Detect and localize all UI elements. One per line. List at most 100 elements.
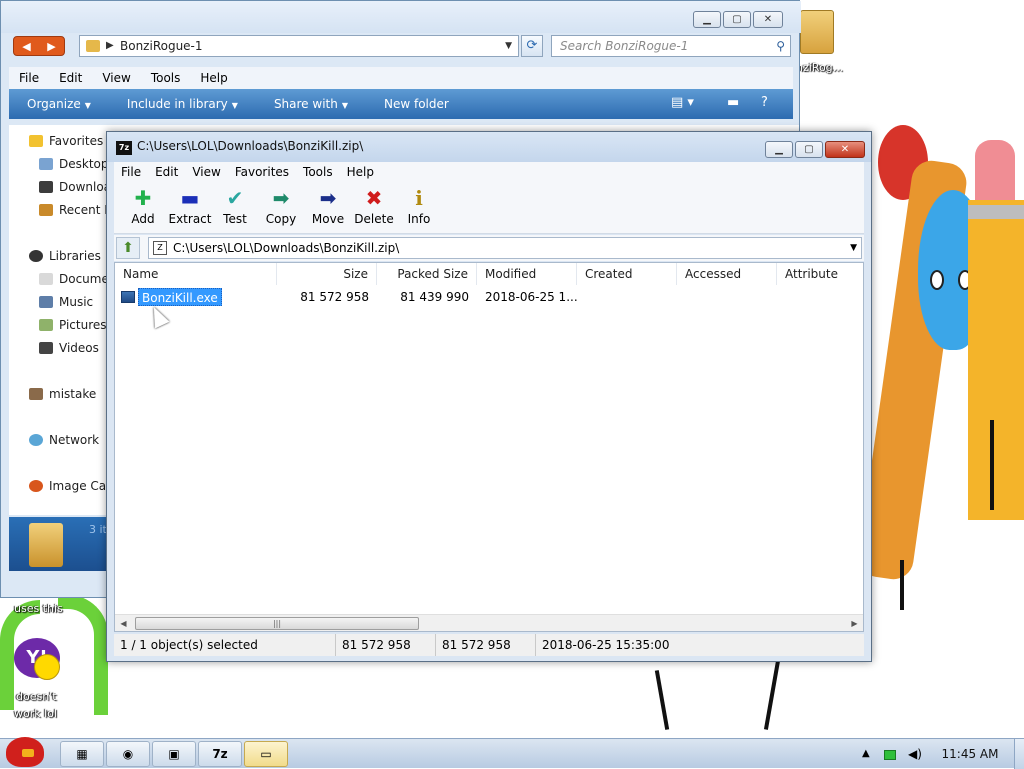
column-accessed[interactable]: Accessed (677, 263, 777, 285)
chevron-down-icon[interactable]: ▼ (505, 36, 512, 56)
character-leg (900, 560, 904, 610)
nav-music[interactable]: Music (39, 292, 93, 312)
taskbar-explorer-button[interactable]: ▦ (60, 741, 104, 767)
desktop-icon-label[interactable]: doesn't (16, 689, 57, 704)
desktop-icon-label[interactable]: uses this (14, 601, 63, 616)
view-options-icon[interactable]: ▤ ▾ (671, 95, 694, 110)
desktop-folder-icon[interactable] (800, 10, 834, 54)
back-forward-buttons[interactable]: ◀ ▶ (13, 36, 65, 56)
extract-button[interactable]: ▬ Extract (166, 186, 214, 226)
nav-downloads[interactable]: Downloa (39, 177, 109, 197)
test-label: Test (223, 212, 247, 226)
chevron-down-icon: ▼ (231, 101, 238, 110)
include-in-library-button[interactable]: Include in library ▼ (109, 97, 256, 111)
battery-icon[interactable] (884, 739, 896, 769)
folder-icon (86, 40, 100, 52)
sevenzip-titlebar[interactable]: 7z C:\Users\LOL\Downloads\BonziKill.zip\… (107, 132, 871, 162)
maximize-button[interactable]: ▢ (723, 11, 751, 28)
explorer-address-bar[interactable]: ▶ BonziRogue-1 ▼ (79, 35, 519, 57)
chevron-down-icon[interactable]: ▼ (850, 238, 857, 258)
delete-button[interactable]: ✖ Delete (350, 186, 398, 226)
menu-view[interactable]: View (185, 165, 227, 179)
nav-mistake[interactable]: mistake (29, 384, 96, 404)
new-folder-button[interactable]: New folder (366, 97, 467, 111)
nav-recent-places[interactable]: Recent P (39, 200, 109, 220)
menu-tools[interactable]: Tools (296, 165, 340, 179)
column-attributes[interactable]: Attribute (777, 263, 863, 285)
help-icon[interactable]: ? (761, 95, 768, 110)
nav-network[interactable]: Network (29, 430, 99, 450)
search-icon[interactable]: ⚲ (776, 36, 785, 56)
menu-edit[interactable]: Edit (148, 165, 185, 179)
scrollbar-thumb[interactable]: ||| (135, 617, 419, 630)
nav-favorites[interactable]: Favorites (29, 131, 103, 151)
desktop-icon-label[interactable]: work lol (14, 706, 57, 721)
info-label: Info (407, 212, 431, 226)
scroll-right-icon[interactable]: ▶ (846, 615, 863, 631)
taskbar-folder-button[interactable]: ▭ (244, 741, 288, 767)
include-in-library-label: Include in library (126, 97, 228, 111)
info-button[interactable]: i Info (395, 186, 443, 226)
menu-help[interactable]: Help (340, 165, 381, 179)
add-label: Add (131, 212, 155, 226)
libraries-icon (29, 250, 43, 262)
documents-icon (39, 273, 53, 285)
file-name-cell[interactable]: BonziKill.exe (138, 288, 222, 306)
explorer-titlebar[interactable]: ▁ ▢ ✕ (1, 1, 801, 33)
preview-pane-icon[interactable]: ▬ (727, 95, 739, 110)
show-hidden-icons-icon[interactable]: ▲ (862, 739, 870, 769)
sevenzip-address-bar[interactable]: Z C:\Users\LOL\Downloads\BonziKill.zip\ … (148, 237, 862, 259)
close-button[interactable]: ✕ (753, 11, 783, 28)
organize-button[interactable]: Organize ▼ (9, 97, 109, 111)
menu-file[interactable]: File (9, 71, 49, 85)
menu-help[interactable]: Help (190, 71, 237, 85)
show-desktop-button[interactable] (1014, 739, 1024, 769)
back-arrow-icon[interactable]: ◀ (22, 40, 30, 53)
test-button[interactable]: ✔ Test (211, 186, 259, 226)
nav-desktop[interactable]: Desktop (39, 154, 109, 174)
nav-image-cat[interactable]: Image Cat (29, 476, 109, 496)
nav-pictures[interactable]: Pictures (39, 315, 107, 335)
minimize-button[interactable]: ▁ (765, 141, 793, 158)
start-button[interactable] (2, 731, 50, 769)
extract-label: Extract (168, 212, 212, 226)
add-button[interactable]: ✚ Add (119, 186, 167, 226)
sevenzip-window[interactable]: 7z C:\Users\LOL\Downloads\BonziKill.zip\… (106, 131, 872, 662)
horizontal-scrollbar[interactable]: ◀ ||| ▶ (115, 614, 863, 631)
table-row[interactable]: BonziKill.exe 81 572 958 81 439 990 2018… (115, 287, 863, 307)
menu-tools[interactable]: Tools (141, 71, 191, 85)
menu-edit[interactable]: Edit (49, 71, 92, 85)
move-button[interactable]: ➡ Move (304, 186, 352, 226)
close-button[interactable]: ✕ (825, 141, 865, 158)
info-icon: i (415, 186, 423, 210)
sevenzip-file-list[interactable]: Name Size Packed Size Modified Created A… (114, 262, 864, 632)
column-packed-size[interactable]: Packed Size (377, 263, 477, 285)
maximize-button[interactable]: ▢ (795, 141, 823, 158)
taskbar-clock[interactable]: 11:45 AM (930, 739, 1010, 769)
column-name[interactable]: Name (115, 263, 277, 285)
nav-videos[interactable]: Videos (39, 338, 99, 358)
copy-button[interactable]: ➡ Copy (257, 186, 305, 226)
explorer-search-input[interactable]: Search BonziRogue-1 ⚲ (551, 35, 791, 57)
scroll-left-icon[interactable]: ◀ (115, 615, 132, 631)
minimize-button[interactable]: ▁ (693, 11, 721, 28)
share-with-button[interactable]: Share with ▼ (256, 97, 366, 111)
taskbar-chrome-button[interactable]: ◉ (106, 741, 150, 767)
nav-libraries[interactable]: Libraries (29, 246, 101, 266)
menu-file[interactable]: File (114, 165, 148, 179)
column-size[interactable]: Size (277, 263, 377, 285)
forward-arrow-icon[interactable]: ▶ (47, 40, 55, 53)
menu-favorites[interactable]: Favorites (228, 165, 296, 179)
explorer-navigation-pane: Favorites Desktop Downloa Recent P Libra… (9, 125, 109, 515)
column-modified[interactable]: Modified (477, 263, 577, 285)
menu-view[interactable]: View (92, 71, 140, 85)
nav-documents[interactable]: Docume (39, 269, 109, 289)
taskbar-app-button[interactable]: ▣ (152, 741, 196, 767)
desktop-icon-label[interactable]: nziRog... (796, 60, 843, 75)
speaker-icon[interactable]: ◀) (908, 739, 922, 769)
taskbar-7zip-button[interactable]: 7z (198, 741, 242, 767)
nav-label: Pictures (59, 318, 107, 332)
refresh-button[interactable]: ⟳ (521, 35, 543, 57)
up-folder-button[interactable]: ⬆ (116, 237, 140, 259)
column-created[interactable]: Created (577, 263, 677, 285)
